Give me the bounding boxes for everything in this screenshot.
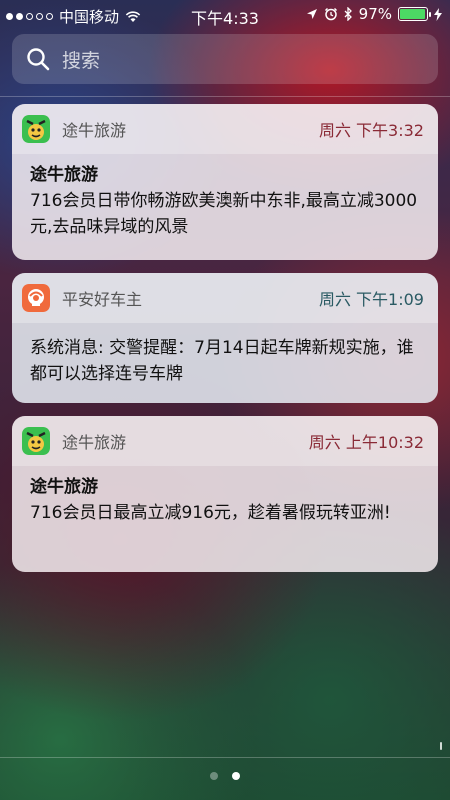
- alarm-clock-icon: [324, 7, 337, 21]
- notification-message: 716会员日最高立减916元，趁着暑假玩转亚洲!: [30, 503, 391, 523]
- divider: [0, 757, 450, 758]
- battery-percent: 97%: [358, 5, 392, 23]
- notification-body: 系统消息: 交警提醒：7月14日起车牌新规实施，谁都可以选择连号车牌: [12, 323, 438, 397]
- pingan-app-icon: [22, 284, 50, 312]
- status-bar: 中国移动 下午4:33 97%: [0, 0, 450, 28]
- notification-card[interactable]: 途牛旅游 周六 下午3:32 途牛旅游 716会员日带你畅游欧美澳新中东非,最高…: [12, 104, 438, 260]
- scroll-indicator: [440, 742, 442, 750]
- notification-card[interactable]: 平安好车主 周六 下午1:09 系统消息: 交警提醒：7月14日起车牌新规实施，…: [12, 273, 438, 403]
- battery-level: [400, 9, 425, 19]
- notification-title: 途牛旅游: [30, 165, 98, 185]
- bluetooth-icon: [344, 7, 352, 21]
- notification-title: 途牛旅游: [30, 477, 98, 497]
- notification-body: 途牛旅游 716会员日带你畅游欧美澳新中东非,最高立减3000元,去品味异域的风…: [12, 154, 438, 250]
- notification-header: 平安好车主 周六 下午1:09: [12, 273, 438, 323]
- location-arrow-icon: [306, 9, 317, 19]
- notification-time: 周六 上午10:32: [308, 433, 424, 452]
- notification-time: 周六 下午1:09: [318, 290, 424, 309]
- page-dot-active[interactable]: [232, 772, 240, 780]
- charging-bolt-icon: [434, 7, 442, 21]
- notification-time: 周六 下午3:32: [318, 121, 424, 140]
- notification-message: 716会员日带你畅游欧美澳新中东非,最高立减3000元,去品味异域的风景: [30, 191, 418, 237]
- app-name: 途牛旅游: [62, 433, 127, 452]
- app-name: 平安好车主: [62, 290, 143, 309]
- search-field[interactable]: 搜索: [12, 34, 438, 84]
- tuniu-app-icon: [22, 115, 50, 143]
- notification-body: 途牛旅游 716会员日最高立减916元，趁着暑假玩转亚洲!: [12, 466, 438, 536]
- status-right: 97%: [306, 5, 442, 23]
- page-dot[interactable]: [210, 772, 218, 780]
- notification-header: 途牛旅游 周六 上午10:32: [12, 416, 438, 466]
- notification-card[interactable]: 途牛旅游 周六 上午10:32 途牛旅游 716会员日最高立减916元，趁着暑假…: [12, 416, 438, 572]
- battery-icon: [398, 7, 431, 21]
- notification-message: 系统消息: 交警提醒：7月14日起车牌新规实施，谁都可以选择连号车牌: [30, 338, 414, 384]
- divider: [0, 96, 450, 97]
- tuniu-app-icon: [22, 427, 50, 455]
- search-icon: [27, 48, 50, 71]
- search-placeholder: 搜索: [62, 49, 101, 72]
- page-control[interactable]: [0, 772, 450, 780]
- app-name: 途牛旅游: [62, 121, 127, 140]
- notification-header: 途牛旅游 周六 下午3:32: [12, 104, 438, 154]
